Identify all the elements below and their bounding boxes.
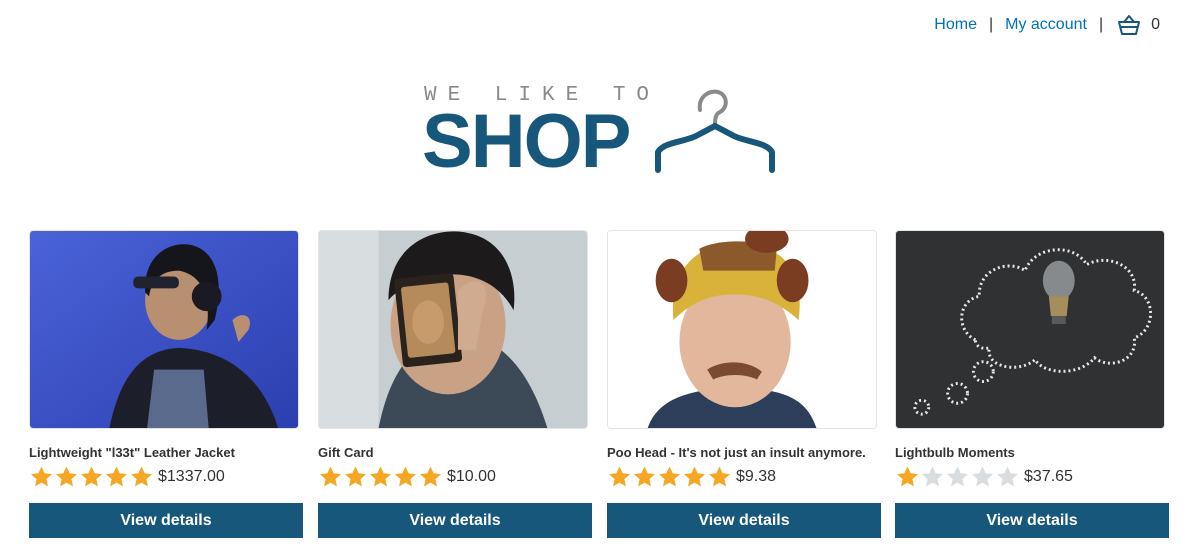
cart-count: 0 xyxy=(1151,16,1160,33)
product-card: Lightweight "l33t" Leather Jacket $1337.… xyxy=(29,230,303,540)
star-filled-icon xyxy=(131,466,152,487)
product-image[interactable] xyxy=(895,230,1165,429)
star-filled-icon xyxy=(56,466,77,487)
person-holding-card-photo xyxy=(319,231,587,428)
product-name[interactable]: Poo Head - It's not just an insult anymo… xyxy=(607,445,881,460)
chalkboard-lightbulb-photo xyxy=(896,231,1164,428)
site-logo[interactable]: WE LIKE TO SHOP xyxy=(422,82,782,182)
star-empty-icon xyxy=(922,466,943,487)
star-empty-icon xyxy=(997,466,1018,487)
product-rating: $1337.00 xyxy=(29,465,303,489)
star-rating xyxy=(607,465,732,489)
star-rating xyxy=(318,465,443,489)
view-details-button[interactable]: View details xyxy=(318,503,592,538)
product-price: $9.38 xyxy=(736,468,777,485)
my-account-link[interactable]: My account xyxy=(1005,16,1087,34)
product-image[interactable] xyxy=(607,230,877,429)
star-empty-icon xyxy=(972,466,993,487)
star-filled-icon xyxy=(420,466,441,487)
logo-wordmark: SHOP xyxy=(422,99,631,184)
product-image[interactable] xyxy=(29,230,299,429)
star-rating xyxy=(895,465,1020,489)
star-filled-icon xyxy=(634,466,655,487)
product-rating: $9.38 xyxy=(607,465,881,489)
home-link[interactable]: Home xyxy=(934,16,977,34)
star-filled-icon xyxy=(395,466,416,487)
star-filled-icon xyxy=(106,466,127,487)
star-filled-icon xyxy=(320,466,341,487)
man-novelty-hat-photo xyxy=(608,231,876,428)
product-rating: $10.00 xyxy=(318,465,592,489)
product-price: $1337.00 xyxy=(158,468,225,485)
star-filled-icon xyxy=(709,466,730,487)
star-filled-icon xyxy=(345,466,366,487)
product-card: Poo Head - It's not just an insult anymo… xyxy=(607,230,881,540)
star-filled-icon xyxy=(81,466,102,487)
star-filled-icon xyxy=(31,466,52,487)
star-filled-icon xyxy=(370,466,391,487)
star-filled-icon xyxy=(684,466,705,487)
product-name[interactable]: Gift Card xyxy=(318,445,592,460)
star-filled-icon xyxy=(659,466,680,487)
product-image[interactable] xyxy=(318,230,588,429)
star-rating xyxy=(29,465,154,489)
product-price: $37.65 xyxy=(1024,468,1073,485)
view-details-button[interactable]: View details xyxy=(29,503,303,538)
top-nav: Home | My account | 0 xyxy=(934,14,1160,36)
nav-separator: | xyxy=(988,16,994,33)
star-filled-icon xyxy=(609,466,630,487)
view-details-button[interactable]: View details xyxy=(607,503,881,538)
product-grid: Lightweight "l33t" Leather Jacket $1337.… xyxy=(29,230,1169,540)
product-card: Gift Card $10.00 View details xyxy=(318,230,592,540)
product-card: Lightbulb Moments $37.65 View details xyxy=(895,230,1169,540)
nav-separator: | xyxy=(1098,16,1104,33)
view-details-button[interactable]: View details xyxy=(895,503,1169,538)
product-name[interactable]: Lightweight "l33t" Leather Jacket xyxy=(29,445,303,460)
cart-icon[interactable] xyxy=(1117,14,1141,36)
product-name[interactable]: Lightbulb Moments xyxy=(895,445,1169,460)
product-price: $10.00 xyxy=(447,468,496,485)
star-filled-icon xyxy=(897,466,918,487)
product-rating: $37.65 xyxy=(895,465,1169,489)
hanger-icon xyxy=(655,89,775,173)
woman-headphones-photo xyxy=(30,231,298,428)
star-empty-icon xyxy=(947,466,968,487)
